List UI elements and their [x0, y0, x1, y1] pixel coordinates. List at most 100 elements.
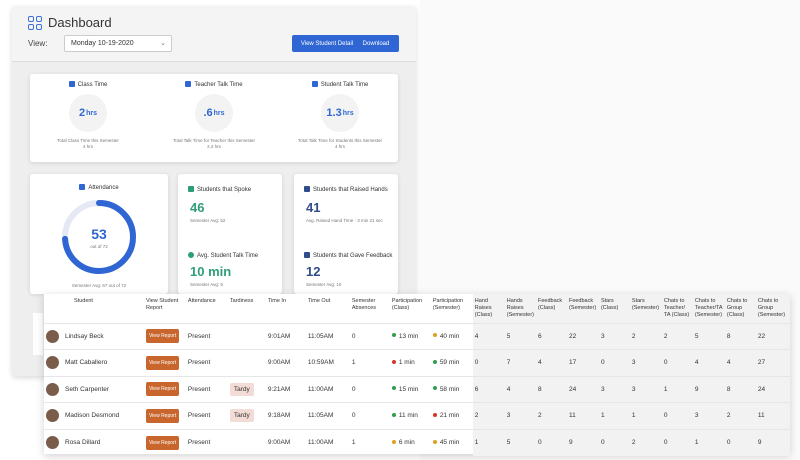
- view-report-button[interactable]: View Report: [145, 355, 180, 370]
- time-in-cell: 9:01AM: [265, 322, 306, 350]
- metric-cell: 4: [724, 349, 756, 377]
- status-dot: [432, 386, 437, 391]
- report-cell: View Report: [143, 402, 186, 430]
- attendance-cell: Present: [185, 375, 228, 403]
- metric-cell: 11: [566, 402, 599, 430]
- hand-icon: [304, 186, 310, 192]
- student-table: Student View Student Report Attendance T…: [44, 294, 790, 456]
- metric-cell: 2: [724, 402, 756, 430]
- metric-cell: 2: [629, 322, 662, 350]
- view-report-button[interactable]: View Report: [145, 408, 180, 423]
- metric-cell: 6: [535, 322, 567, 350]
- column-header: Hand Raises (Class): [472, 294, 505, 324]
- teacher-talk-label: Teacher Talk Time: [194, 82, 243, 88]
- view-report-button[interactable]: View Report: [145, 382, 180, 397]
- view-date-select[interactable]: Monday 10-19-2020 ⌄: [64, 35, 172, 52]
- attendance-of: out of 72: [90, 244, 108, 249]
- view-report-button[interactable]: View Report: [145, 329, 180, 344]
- metric-cell: 9: [755, 428, 790, 456]
- attendance-card: Attendance 53 out of 72 Semester Avg: 67…: [30, 174, 168, 294]
- metric-cell: 8: [724, 375, 756, 403]
- metric-cell: 0: [598, 428, 630, 456]
- participation-semester-cell: 59 min: [430, 349, 473, 377]
- class-time-value: 2: [78, 107, 86, 119]
- absences-cell: 0: [349, 402, 390, 430]
- student-name: Lindsay Beck: [65, 333, 104, 341]
- calendar-icon: [68, 81, 75, 87]
- column-header: Chats to Teacher/TA (Semester): [692, 294, 725, 324]
- feedback-sub: Semester Avg: 10: [306, 282, 342, 287]
- participation-semester-value: 59 min: [439, 359, 460, 367]
- time-in-cell: 9:00AM: [265, 349, 306, 377]
- column-header: Participation (Class): [391, 298, 423, 311]
- chevron-down-icon: ⌄: [160, 40, 166, 47]
- student-talk-circle: 1.3 hrs: [321, 94, 359, 132]
- metric-cell: 1: [629, 402, 662, 430]
- participation-semester-cell: 40 min: [430, 322, 473, 350]
- talk-time-value: 10 min: [190, 264, 232, 279]
- metric-cell: 17: [566, 349, 599, 377]
- report-cell: View Report: [143, 428, 186, 456]
- student-talk-sub-value: 4 hrs: [334, 144, 345, 150]
- view-student-detail-button[interactable]: View Student Detail: [292, 35, 362, 52]
- status-dot: [432, 333, 437, 338]
- metric-cell: 3: [692, 402, 725, 430]
- participation-semester-value: 40 min: [439, 332, 460, 340]
- table-header-row: Student View Student Report Attendance T…: [44, 294, 790, 324]
- absences-cell: 1: [349, 349, 390, 377]
- column-header: Feedback (Class): [535, 294, 567, 324]
- avatar: [46, 356, 59, 370]
- tardiness-cell: Tardy: [227, 375, 266, 403]
- metric-cell: 8: [724, 322, 756, 350]
- class-time-stat: Class Time 2 hrs Total Class Time this Se…: [30, 74, 146, 151]
- view-label: View:: [28, 39, 48, 48]
- metric-cell: 1: [598, 402, 630, 430]
- people-icon: [188, 186, 194, 192]
- hands-sub: Avg. Raised Hand Time - 3 min 21 sec: [306, 218, 383, 223]
- table-row: Matt Caballero View Report Present 9:00AM 10…: [44, 349, 790, 377]
- column-header: Time In: [267, 298, 287, 304]
- download-button[interactable]: Download: [353, 35, 399, 52]
- view-date-value: Monday 10-19-2020: [71, 40, 134, 47]
- attendance-cell: Present: [185, 428, 228, 456]
- metric-cell: 3: [598, 322, 630, 350]
- column-header: Stars (Class): [598, 294, 630, 324]
- metric-cell: 3: [504, 402, 536, 430]
- avatar: [46, 382, 59, 396]
- metric-cell: 1: [661, 375, 693, 403]
- class-time-unit: hrs: [86, 109, 98, 117]
- class-time-sub-value: 4 hrs: [82, 144, 93, 150]
- participation-class-cell: 6 min: [389, 428, 431, 456]
- metric-cell: 22: [566, 322, 599, 350]
- metric-cell: 4: [535, 349, 567, 377]
- background-card-edge: [32, 312, 44, 356]
- metric-cell: 2: [629, 428, 662, 456]
- metric-cell: 3: [629, 349, 662, 377]
- talk-time-label: Avg. Student Talk Time: [197, 253, 259, 259]
- metric-cell: 4: [692, 349, 725, 377]
- teacher-talk-sub-value: 2.2 hrs: [207, 144, 221, 150]
- attendance-cell: Present: [185, 402, 228, 430]
- column-header: Tardiness: [229, 298, 254, 304]
- tardy-badge: Tardy: [229, 409, 254, 423]
- student-name: Matt Caballero: [65, 359, 108, 367]
- attendance-cell: Present: [185, 322, 228, 350]
- student-talk-value: 1.3: [326, 107, 342, 119]
- student-table-panel: Student View Student Report Attendance T…: [44, 294, 790, 456]
- attendance-label: Attendance: [88, 185, 119, 191]
- metric-cell: 1: [692, 428, 725, 456]
- participation-class-value: 11 min: [398, 412, 418, 420]
- metric-cell: 5: [692, 322, 725, 350]
- status-dot: [391, 439, 396, 444]
- student-cell: Madison Desmond: [44, 402, 144, 430]
- view-report-button[interactable]: View Report: [145, 435, 180, 450]
- student-cell: Matt Caballero: [44, 349, 144, 377]
- participation-class-value: 6 min: [398, 439, 415, 447]
- status-dot: [391, 412, 396, 417]
- metric-cell: 0: [661, 402, 693, 430]
- participation-class-cell: 11 min: [389, 402, 431, 430]
- metric-cell: 4: [504, 375, 536, 403]
- tardiness-cell: [227, 349, 266, 377]
- status-dot: [391, 386, 396, 391]
- time-out-cell: 10:59AM: [305, 349, 350, 377]
